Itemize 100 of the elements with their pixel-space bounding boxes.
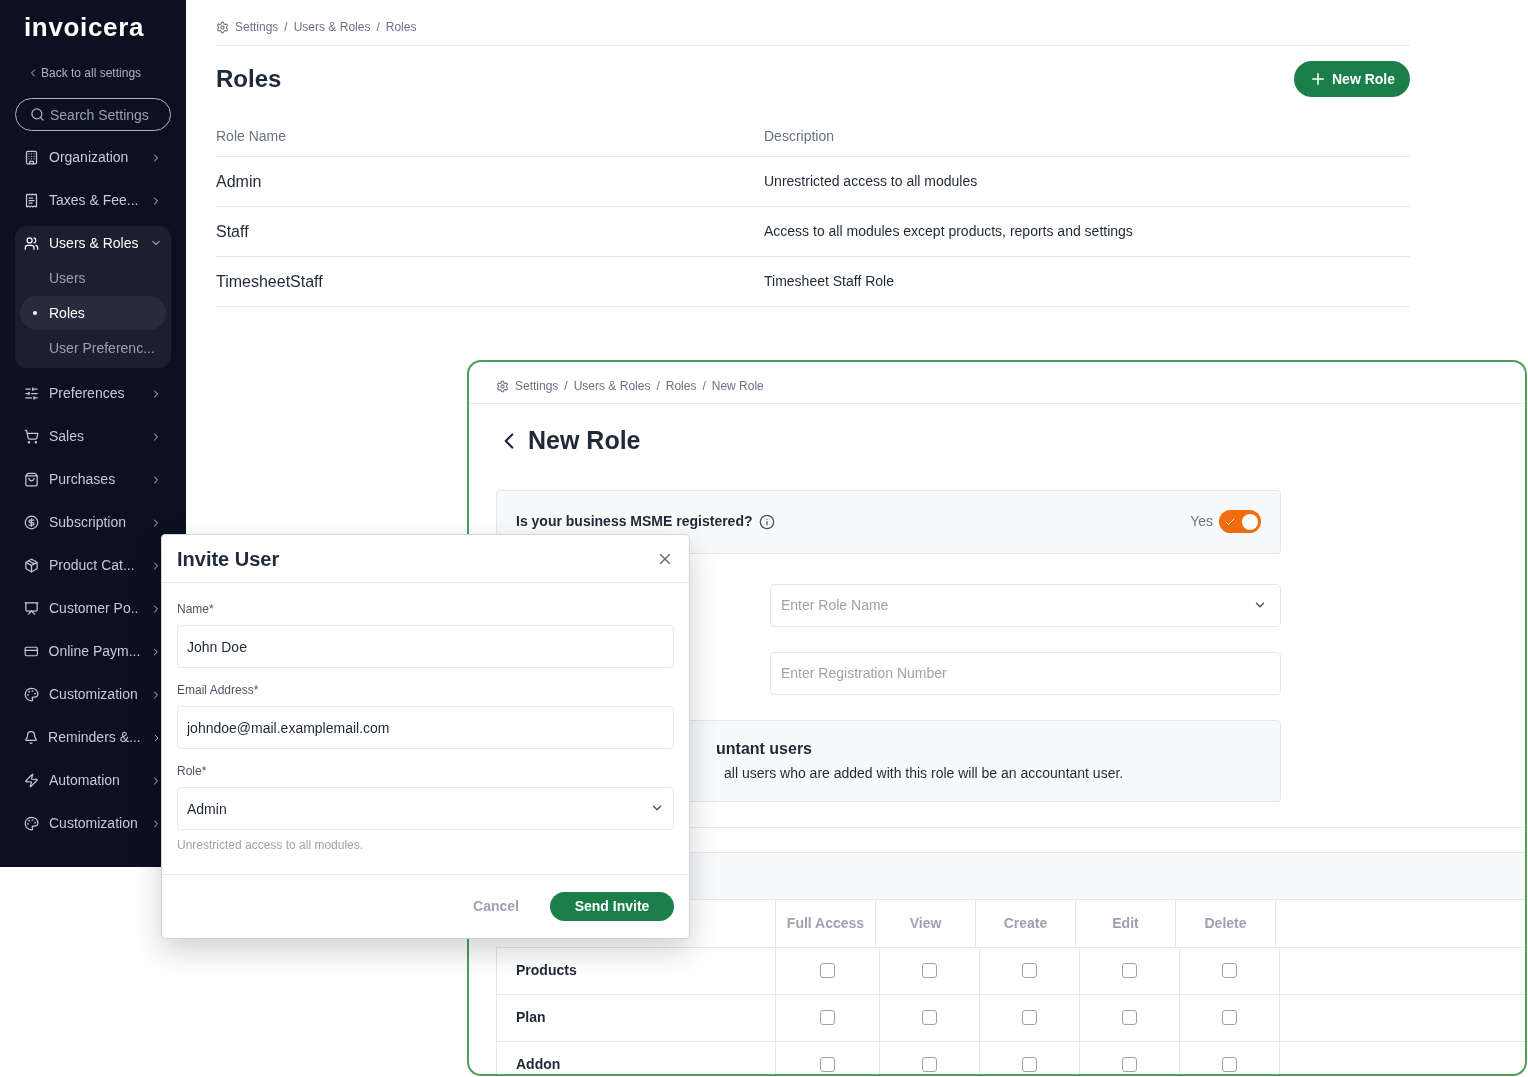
checkbox[interactable] bbox=[820, 963, 835, 978]
sidebar-subitem[interactable]: Users bbox=[20, 261, 166, 295]
sidebar-item[interactable]: Taxes & Fee... bbox=[15, 179, 171, 222]
breadcrumb-separator: / bbox=[376, 19, 380, 36]
checkbox[interactable] bbox=[1122, 1010, 1137, 1025]
new-role-button[interactable]: New Role bbox=[1294, 61, 1410, 97]
column-header: Role Name bbox=[216, 127, 288, 146]
column-header: Edit bbox=[1076, 899, 1176, 947]
msme-toggle[interactable] bbox=[1219, 510, 1261, 533]
breadcrumb-separator: / bbox=[564, 378, 568, 395]
users-icon bbox=[24, 235, 39, 251]
sidebar-item[interactable]: Automation bbox=[15, 759, 171, 802]
sidebar-item[interactable]: Users & Roles bbox=[15, 226, 171, 260]
settings-icon bbox=[216, 20, 229, 34]
checkbox[interactable] bbox=[922, 1057, 937, 1072]
sidebar-item[interactable]: Product Cat... bbox=[15, 544, 171, 587]
breadcrumb-separator: / bbox=[702, 378, 706, 395]
sidebar-item[interactable]: Online Paym... bbox=[15, 630, 171, 673]
palette-icon bbox=[24, 816, 39, 831]
sidebar-subitem[interactable]: User Preferenc... bbox=[20, 331, 166, 365]
plus-icon bbox=[1309, 70, 1327, 88]
role-name: TimesheetStaff bbox=[216, 271, 324, 292]
breadcrumb-link[interactable]: Settings bbox=[515, 377, 559, 395]
checkbox[interactable] bbox=[1122, 1057, 1137, 1072]
search-field[interactable]: Search Settings bbox=[15, 98, 171, 131]
checkbox[interactable] bbox=[922, 963, 937, 978]
breadcrumb-link[interactable]: Users & Roles bbox=[293, 18, 371, 36]
registration-field[interactable]: Enter Registration Number bbox=[770, 651, 1281, 695]
module-name: Plan bbox=[497, 994, 776, 1041]
field-label: Name* bbox=[177, 601, 215, 618]
breadcrumb-separator: / bbox=[284, 19, 288, 36]
checkbox[interactable] bbox=[1022, 1057, 1037, 1072]
info-icon bbox=[758, 513, 775, 530]
role-description: Unrestricted access to all modules bbox=[764, 172, 978, 191]
input-field[interactable]: John Doe bbox=[177, 625, 674, 668]
checkbox[interactable] bbox=[1022, 963, 1037, 978]
checkbox[interactable] bbox=[1022, 1010, 1037, 1025]
package-icon bbox=[24, 558, 39, 573]
breadcrumb-link[interactable]: Roles bbox=[665, 377, 697, 395]
sidebar-item[interactable]: Sales bbox=[15, 415, 171, 458]
sidebar-item[interactable]: Customization bbox=[15, 802, 171, 845]
breadcrumb-link[interactable]: Roles bbox=[385, 18, 417, 36]
sidebar-item[interactable]: Purchases bbox=[15, 458, 171, 501]
checkbox[interactable] bbox=[1222, 1057, 1237, 1072]
checkbox[interactable] bbox=[922, 1010, 937, 1025]
sliders-icon bbox=[24, 386, 39, 401]
cart-icon bbox=[24, 429, 39, 444]
module-name: Addon bbox=[497, 1041, 776, 1074]
sidebar-item[interactable]: Customer Po.. bbox=[15, 587, 171, 630]
accountant-title: untant users bbox=[716, 739, 813, 759]
checkbox[interactable] bbox=[1222, 1010, 1237, 1025]
breadcrumb-link[interactable]: Users & Roles bbox=[573, 377, 651, 395]
breadcrumb-separator: / bbox=[656, 378, 660, 395]
bag-icon bbox=[24, 472, 39, 487]
role-name: Staff bbox=[216, 221, 250, 242]
dollar-icon bbox=[24, 515, 39, 530]
card-icon bbox=[24, 644, 39, 659]
page-title: Roles bbox=[216, 64, 282, 94]
logo: invoicera bbox=[24, 11, 146, 44]
sidebar-subitem[interactable]: Roles bbox=[20, 296, 166, 330]
sidebar-item[interactable]: Subscription bbox=[15, 501, 171, 544]
sidebar-item[interactable]: Organization bbox=[15, 136, 171, 179]
role-description: Timesheet Staff Role bbox=[764, 272, 894, 291]
breadcrumb-link[interactable]: Settings bbox=[235, 18, 279, 36]
checkbox[interactable] bbox=[1222, 963, 1237, 978]
settings-icon bbox=[496, 379, 509, 393]
sidebar-item[interactable]: Customization bbox=[15, 673, 171, 716]
checkbox[interactable] bbox=[1122, 963, 1137, 978]
back-link[interactable]: Back to all settings bbox=[27, 64, 171, 82]
receipt-icon bbox=[24, 193, 39, 208]
sidebar-item[interactable]: Preferences bbox=[15, 372, 171, 415]
role-name-field[interactable]: Enter Role Name bbox=[770, 583, 1281, 627]
dialog-title: Invite User bbox=[177, 546, 280, 572]
column-header: Full Access bbox=[776, 899, 876, 947]
checkbox[interactable] bbox=[820, 1057, 835, 1072]
bell-icon bbox=[24, 730, 39, 745]
checkbox[interactable] bbox=[820, 1010, 835, 1025]
input-field[interactable]: johndoe@mail.examplemail.com bbox=[177, 706, 674, 749]
field-label: Email Address* bbox=[177, 682, 260, 699]
building-icon bbox=[24, 150, 39, 165]
role-select[interactable]: Admin bbox=[177, 787, 674, 830]
msme-question: Is your business MSME registered? bbox=[516, 512, 753, 531]
field-label: Role* bbox=[177, 763, 208, 780]
column-header: Description bbox=[764, 127, 835, 146]
bullet-icon bbox=[32, 311, 37, 315]
column-header: View bbox=[876, 899, 976, 947]
send-invite-button[interactable]: Send Invite bbox=[550, 892, 674, 921]
sidebar-item[interactable]: Reminders &... bbox=[15, 716, 171, 759]
panel-title: New Role bbox=[528, 425, 641, 456]
accountant-description: all users who are added with this role will be an accountant user. bbox=[723, 764, 1125, 783]
search-icon bbox=[30, 107, 45, 122]
toggle-label: Yes bbox=[1190, 512, 1213, 531]
palette-icon bbox=[24, 687, 39, 702]
field-hint: Unrestricted access to all modules. bbox=[177, 837, 365, 854]
role-description: Access to all modules except products, reports and settings bbox=[764, 222, 1133, 241]
bolt-icon bbox=[24, 773, 39, 788]
role-name: Admin bbox=[216, 171, 263, 192]
breadcrumb-link[interactable]: New Role bbox=[711, 377, 764, 395]
column-header: Create bbox=[976, 899, 1076, 947]
module-name: Products bbox=[497, 947, 776, 994]
